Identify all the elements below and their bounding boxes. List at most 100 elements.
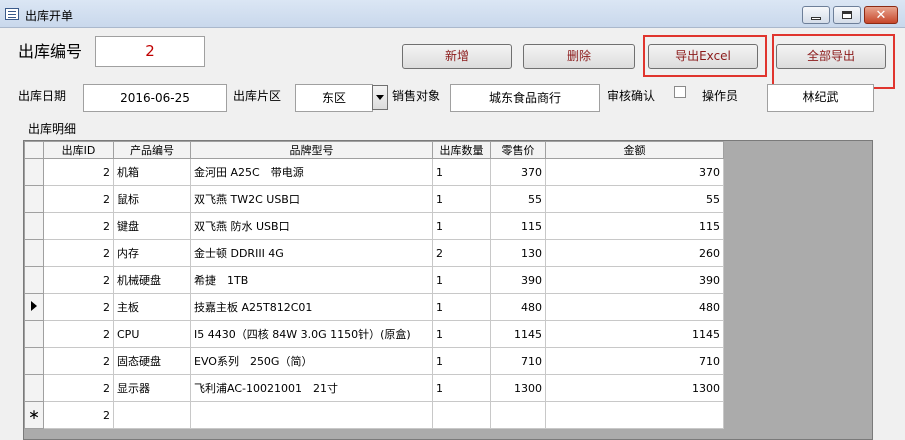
cell-model[interactable]: I5 4430（四核 84W 3.0G 1150针）(原盒)	[190, 320, 433, 348]
table-row[interactable]: 2 固态硬盘 EVO系列 250G（简） 1 710 710	[24, 347, 724, 375]
header-selector[interactable]	[24, 141, 44, 159]
cell-product[interactable]: 机械硬盘	[113, 266, 191, 294]
cell-qty[interactable]: 1	[432, 374, 491, 402]
row-selector[interactable]	[24, 293, 44, 321]
row-selector[interactable]	[24, 212, 44, 240]
table-row[interactable]: 2 键盘 双飞燕 防水 USB口 1 115 115	[24, 212, 724, 240]
table-row[interactable]: 2 显示器 飞利浦AC-10021001 21寸 1 1300 1300	[24, 374, 724, 402]
customer-field[interactable]: 城东食品商行	[450, 84, 600, 112]
cell-price[interactable]: 710	[490, 347, 546, 375]
cell-model[interactable]: 技嘉主板 A25T812C01	[190, 293, 433, 321]
cell-model[interactable]: 双飞燕 TW2C USB口	[190, 185, 433, 213]
cell-price[interactable]: 115	[490, 212, 546, 240]
cell-qty[interactable]: 1	[432, 293, 491, 321]
table-row[interactable]: 2 机械硬盘 希捷 1TB 1 390 390	[24, 266, 724, 294]
col-header-qty[interactable]: 出库数量	[432, 141, 491, 159]
export-all-button[interactable]: 全部导出	[776, 44, 886, 69]
cell-model[interactable]: 金河田 A25C 带电源	[190, 158, 433, 186]
cell-price[interactable]: 55	[490, 185, 546, 213]
cell-id[interactable]: 2	[43, 320, 114, 348]
cell-qty[interactable]: 1	[432, 158, 491, 186]
maximize-button[interactable]	[833, 6, 861, 24]
cell-product[interactable]: 固态硬盘	[113, 347, 191, 375]
area-dropdown-button[interactable]	[372, 85, 388, 110]
new-row-id[interactable]: 2	[43, 401, 114, 429]
row-selector[interactable]	[24, 374, 44, 402]
cell-price[interactable]: 1300	[490, 374, 546, 402]
row-selector[interactable]	[24, 320, 44, 348]
cell-product[interactable]: 机箱	[113, 158, 191, 186]
row-selector[interactable]	[24, 266, 44, 294]
row-selector[interactable]	[24, 347, 44, 375]
cell-amount[interactable]: 480	[545, 293, 724, 321]
col-header-id[interactable]: 出库ID	[43, 141, 114, 159]
delete-button[interactable]: 删除	[523, 44, 635, 69]
cell-id[interactable]: 2	[43, 293, 114, 321]
cell-amount[interactable]: 710	[545, 347, 724, 375]
cell-product[interactable]: 主板	[113, 293, 191, 321]
cell-model[interactable]: EVO系列 250G（简）	[190, 347, 433, 375]
col-header-price[interactable]: 零售价	[490, 141, 546, 159]
order-no-field[interactable]: 2	[95, 36, 205, 67]
table-row[interactable]: 2 CPU I5 4430（四核 84W 3.0G 1150针）(原盒) 1 1145 1…	[24, 320, 724, 348]
cell-amount[interactable]: 390	[545, 266, 724, 294]
table-row[interactable]: 2 机箱 金河田 A25C 带电源 1 370 370	[24, 158, 724, 186]
cell-amount[interactable]: 115	[545, 212, 724, 240]
col-header-product[interactable]: 产品编号	[113, 141, 191, 159]
cell-qty[interactable]: 1	[432, 347, 491, 375]
cell-qty[interactable]: 1	[432, 266, 491, 294]
cell-id[interactable]: 2	[43, 347, 114, 375]
cell-amount[interactable]: 55	[545, 185, 724, 213]
table-row[interactable]: 2 鼠标 双飞燕 TW2C USB口 1 55 55	[24, 185, 724, 213]
cell-id[interactable]: 2	[43, 266, 114, 294]
col-header-model[interactable]: 品牌型号	[190, 141, 433, 159]
cell-amount[interactable]: 370	[545, 158, 724, 186]
new-row-cell[interactable]	[113, 401, 191, 429]
cell-product[interactable]: 键盘	[113, 212, 191, 240]
cell-qty[interactable]: 2	[432, 239, 491, 267]
cell-qty[interactable]: 1	[432, 212, 491, 240]
export-excel-button[interactable]: 导出Excel	[648, 44, 758, 69]
col-header-amount[interactable]: 金额	[545, 141, 724, 159]
new-record-row[interactable]: ∗ 2	[24, 401, 724, 429]
cell-id[interactable]: 2	[43, 239, 114, 267]
cell-model[interactable]: 飞利浦AC-10021001 21寸	[190, 374, 433, 402]
cell-id[interactable]: 2	[43, 185, 114, 213]
cell-price[interactable]: 1145	[490, 320, 546, 348]
minimize-button[interactable]	[802, 6, 830, 24]
cell-id[interactable]: 2	[43, 374, 114, 402]
close-button[interactable]: ✕	[864, 6, 898, 24]
new-row-cell[interactable]	[190, 401, 433, 429]
row-selector[interactable]	[24, 239, 44, 267]
approve-checkbox[interactable]	[674, 86, 686, 98]
cell-id[interactable]: 2	[43, 212, 114, 240]
detail-grid[interactable]: 出库ID 产品编号 品牌型号 出库数量 零售价 金额 2 机箱 金河田 A25C 带…	[23, 140, 873, 440]
cell-model[interactable]: 双飞燕 防水 USB口	[190, 212, 433, 240]
table-row[interactable]: 2 主板 技嘉主板 A25T812C01 1 480 480	[24, 293, 724, 321]
cell-qty[interactable]: 1	[432, 185, 491, 213]
new-row-cell[interactable]	[545, 401, 724, 429]
cell-amount[interactable]: 1300	[545, 374, 724, 402]
new-row-cell[interactable]	[490, 401, 546, 429]
cell-amount[interactable]: 260	[545, 239, 724, 267]
cell-price[interactable]: 480	[490, 293, 546, 321]
row-selector[interactable]	[24, 185, 44, 213]
cell-qty[interactable]: 1	[432, 320, 491, 348]
date-field[interactable]: 2016-06-25	[83, 84, 227, 112]
cell-price[interactable]: 130	[490, 239, 546, 267]
row-selector[interactable]	[24, 158, 44, 186]
cell-price[interactable]: 370	[490, 158, 546, 186]
area-select[interactable]: 东区	[295, 84, 373, 112]
cell-model[interactable]: 希捷 1TB	[190, 266, 433, 294]
cell-product[interactable]: 显示器	[113, 374, 191, 402]
table-row[interactable]: 2 内存 金士顿 DDRIII 4G 2 130 260	[24, 239, 724, 267]
cell-id[interactable]: 2	[43, 158, 114, 186]
cell-price[interactable]: 390	[490, 266, 546, 294]
add-button[interactable]: 新增	[402, 44, 512, 69]
cell-product[interactable]: CPU	[113, 320, 191, 348]
new-row-cell[interactable]	[432, 401, 491, 429]
cell-model[interactable]: 金士顿 DDRIII 4G	[190, 239, 433, 267]
cell-product[interactable]: 内存	[113, 239, 191, 267]
cell-amount[interactable]: 1145	[545, 320, 724, 348]
cell-product[interactable]: 鼠标	[113, 185, 191, 213]
